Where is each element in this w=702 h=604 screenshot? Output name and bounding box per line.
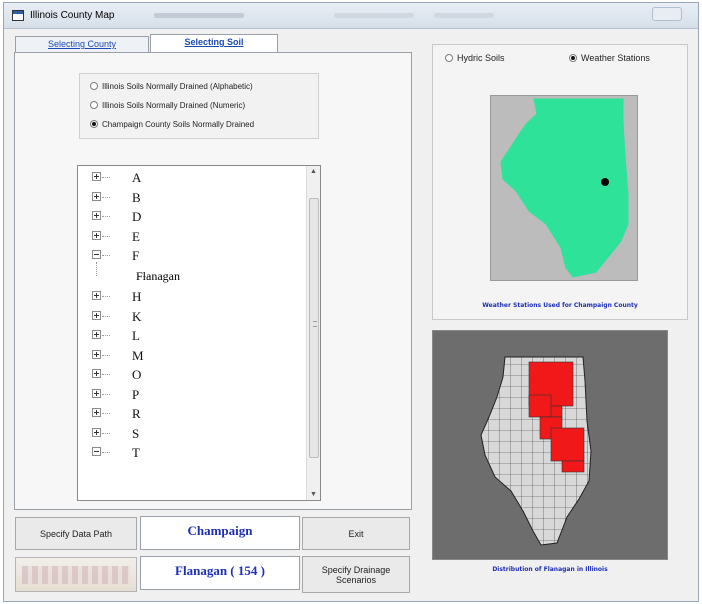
scroll-grip xyxy=(313,321,317,327)
tree-connector xyxy=(102,216,110,217)
county-display: Champaign xyxy=(140,516,300,550)
tree-connector xyxy=(102,374,110,375)
collapse-icon[interactable] xyxy=(92,250,101,259)
expand-icon[interactable] xyxy=(92,330,101,339)
tree-node-label: O xyxy=(132,367,142,382)
tree-connector xyxy=(102,413,110,414)
tree-node-label: F xyxy=(132,248,140,263)
tree-node-flanagan[interactable]: Flanagan xyxy=(136,269,180,284)
expand-icon[interactable] xyxy=(92,369,101,378)
window-close-button[interactable] xyxy=(652,7,682,21)
tree-connector xyxy=(102,452,110,453)
tab-selecting-soil[interactable]: Selecting Soil xyxy=(150,34,278,53)
weather-station-marker xyxy=(601,178,609,186)
title-bar-blur xyxy=(154,13,244,18)
tree-node-label: R xyxy=(132,406,141,421)
tree-connector xyxy=(102,296,110,297)
tree-connector xyxy=(102,315,110,317)
radio-button[interactable] xyxy=(445,54,453,62)
illinois-county-map xyxy=(480,356,592,546)
radio-button[interactable] xyxy=(569,54,577,62)
expand-icon[interactable] xyxy=(92,388,101,398)
title-bar: Illinois County Map xyxy=(4,3,698,29)
radio-button[interactable] xyxy=(90,101,98,109)
specify-drainage-scenarios-button[interactable]: Specify Drainage Scenarios xyxy=(302,556,410,593)
title-bar-blur xyxy=(334,13,414,18)
expand-icon[interactable] xyxy=(92,408,101,417)
tree-node-label: K xyxy=(132,308,142,324)
soil-display: Flanagan ( 154 ) xyxy=(140,556,300,590)
expand-icon[interactable] xyxy=(92,211,101,220)
radio-weather-stations[interactable]: Weather Stations xyxy=(569,53,650,63)
radio-label: Illinois Soils Normally Drained (Alphabe… xyxy=(102,82,253,91)
tree-node-label: D xyxy=(132,209,142,224)
tree-connector xyxy=(102,432,110,434)
window-app-icon xyxy=(12,10,24,21)
exit-button[interactable]: Exit xyxy=(302,517,410,550)
expand-icon[interactable] xyxy=(92,191,101,201)
tree-node-label: P xyxy=(132,386,140,402)
radio-champaign-soils[interactable]: Champaign County Soils Normally Drained xyxy=(90,120,254,134)
illinois-state-map xyxy=(500,98,629,278)
tree-connector xyxy=(102,393,110,395)
radio-hydric-soils[interactable]: Hydric Soils xyxy=(445,53,505,63)
tab-selecting-county[interactable]: Selecting County xyxy=(15,36,149,53)
tree-node-label: L xyxy=(132,328,140,343)
tree-connector xyxy=(102,177,110,178)
tree-scrollbar[interactable]: ▲ ▼ xyxy=(306,166,320,500)
tree-connector xyxy=(96,261,97,276)
tree-node-label: T xyxy=(132,445,140,460)
radio-button[interactable] xyxy=(90,120,98,128)
tree-connector xyxy=(102,255,110,256)
tree-node-label: H xyxy=(132,289,142,304)
expand-icon[interactable] xyxy=(92,172,101,181)
logo-image xyxy=(15,557,137,592)
tree-node-label: S xyxy=(132,425,140,441)
radio-soils-numeric[interactable]: Illinois Soils Normally Drained (Numeric… xyxy=(90,101,245,115)
weather-stations-caption: Weather Stations Used for Champaign Coun… xyxy=(482,302,638,309)
flanagan-county-highlight xyxy=(550,427,585,462)
tree-node-label: M xyxy=(132,347,144,363)
scroll-down-arrow-icon[interactable]: ▼ xyxy=(310,491,317,498)
soil-source-radio-group: Illinois Soils Normally Drained (Alphabe… xyxy=(79,73,319,139)
specify-data-path-button[interactable]: Specify Data Path xyxy=(15,517,137,550)
radio-label: Hydric Soils xyxy=(457,53,505,63)
soil-distribution-caption: Distribution of Flanagan in Illinois xyxy=(492,566,608,573)
expand-icon[interactable] xyxy=(92,310,101,320)
tree-connector xyxy=(102,335,110,336)
title-bar-blur xyxy=(434,13,494,18)
weather-station-map xyxy=(490,95,638,281)
flanagan-county-highlight xyxy=(561,460,585,473)
radio-label: Illinois Soils Normally Drained (Numeric… xyxy=(102,101,246,110)
selecting-soil-panel: Illinois Soils Normally Drained (Alphabe… xyxy=(14,52,412,510)
tree-node-label: A xyxy=(132,170,142,185)
logo-stripe xyxy=(22,566,130,584)
collapse-icon[interactable] xyxy=(92,447,101,456)
tree-connector xyxy=(102,235,110,237)
radio-button[interactable] xyxy=(90,82,98,90)
tree-node-label: E xyxy=(132,228,140,244)
window-title: Illinois County Map xyxy=(30,10,115,21)
radio-label: Champaign County Soils Normally Drained xyxy=(102,120,255,129)
expand-icon[interactable] xyxy=(92,291,101,300)
tree-node-label: B xyxy=(132,189,141,205)
tree-connector xyxy=(102,196,110,198)
illinois-shape xyxy=(500,98,629,278)
scroll-up-arrow-icon[interactable]: ▲ xyxy=(310,168,317,175)
soil-distribution-map xyxy=(432,330,668,560)
expand-icon[interactable] xyxy=(92,349,101,359)
radio-soils-alphabetic[interactable]: Illinois Soils Normally Drained (Alphabe… xyxy=(90,82,253,96)
flanagan-county-highlight xyxy=(528,394,552,418)
expand-icon[interactable] xyxy=(92,427,101,437)
tree-connector xyxy=(102,354,110,356)
scroll-thumb[interactable] xyxy=(309,198,319,458)
soil-tree-view[interactable]: A B D E F Flanagan H K L M O P R S T ▲ ▼ xyxy=(77,165,321,501)
expand-icon[interactable] xyxy=(92,230,101,240)
radio-label: Weather Stations xyxy=(581,53,650,63)
